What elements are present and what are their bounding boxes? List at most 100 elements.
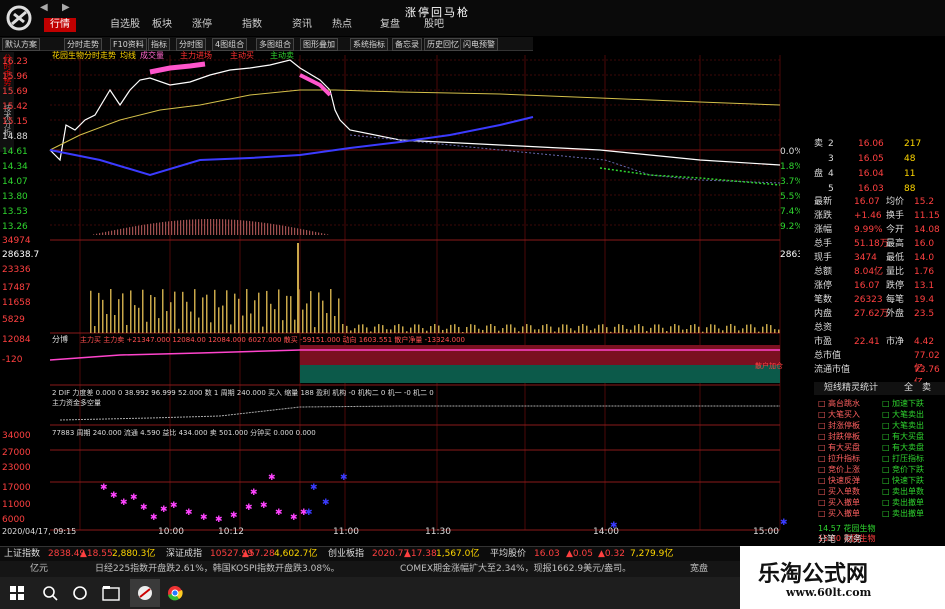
stat-cell: 总资 <box>814 323 833 333</box>
stat-cell: 14.0 <box>914 253 935 263</box>
orderbook-cell: 5 <box>828 184 834 194</box>
signal-row[interactable]: □ 拉升指标 □ 打压指标 <box>814 453 945 464</box>
stock-app-icon <box>138 586 152 600</box>
menu-item-2[interactable]: 板块 <box>146 18 178 32</box>
checkbox-icon[interactable]: □ <box>882 453 890 464</box>
svg-text:✱: ✱ <box>268 473 276 483</box>
ticker-text-2[interactable]: COMEX期金涨幅扩大至2.34%，现报1662.9美元/盎司。 <box>400 561 631 577</box>
index-value: ▲17.38 <box>404 549 437 559</box>
stat-cell: 4.42 <box>914 337 935 347</box>
checkbox-icon[interactable]: □ <box>818 453 826 464</box>
signal-row[interactable]: □ 封跌停板 □ 有大买盘 <box>814 431 945 442</box>
signal-row[interactable]: □ 大笔买入 □ 大笔卖出 <box>814 409 945 420</box>
forward-icon[interactable]: ▶ <box>62 2 70 13</box>
watermark-url: www.60lt.com <box>786 586 872 599</box>
svg-text:✱: ✱ <box>170 501 178 511</box>
menu-item-8[interactable]: 股吧 <box>418 18 450 32</box>
orderbook-cell: 3 <box>828 154 834 164</box>
chrome-icon[interactable] <box>167 585 183 601</box>
checkbox-icon[interactable]: □ <box>882 508 890 519</box>
menu-item-0[interactable]: 行情 <box>44 18 76 32</box>
sub1-tick-label: -120 <box>2 355 23 365</box>
svg-text:✱: ✱ <box>780 518 788 528</box>
stat-row: 涨停 16.07 跌停 13.1 <box>814 280 945 293</box>
checkbox-icon[interactable]: □ <box>818 475 826 486</box>
index-name[interactable]: 创业板指 <box>328 547 364 561</box>
top-menu-bar: ◀ ▶ 行情 自选股 板块 涨停 指数 资讯 热点 复盘 股吧 涨停回马枪 <box>0 0 945 36</box>
volume-tick-label: 34974 <box>2 236 31 246</box>
stat-cell: 14.08 <box>914 225 940 235</box>
banner-text: 涨停回马枪 <box>405 6 470 19</box>
signal-right-label: 卖出单数 <box>892 487 924 496</box>
price-tick-label: 14.61 <box>2 147 28 157</box>
signal-row[interactable]: □ 买入单数 □ 卖出单数 <box>814 486 945 497</box>
back-icon[interactable]: ◀ <box>40 2 48 13</box>
index-name[interactable]: 上证指数 <box>4 547 40 561</box>
signal-row[interactable]: □ 买入撤单 □ 卖出撤单 <box>814 497 945 508</box>
stat-row: 涨跌 +1.46 换手 11.15 <box>814 210 945 223</box>
sub3-tick-label: 11000 <box>2 500 31 510</box>
checkbox-icon[interactable]: □ <box>882 442 890 453</box>
menu-item-4[interactable]: 指数 <box>236 18 268 32</box>
checkbox-icon[interactable]: □ <box>818 508 826 519</box>
checkbox-icon[interactable]: □ <box>882 409 890 420</box>
signal-row[interactable]: □ 高台跳水 □ 加速下跌 <box>814 398 945 409</box>
svg-text:✱: ✱ <box>275 508 283 518</box>
start-time-label: 2020/04/17, 09:15 <box>2 527 76 535</box>
checkbox-icon[interactable]: □ <box>882 475 890 486</box>
checkbox-icon[interactable]: □ <box>882 464 890 475</box>
checkbox-icon[interactable]: □ <box>882 497 890 508</box>
menu-item-5[interactable]: 资讯 <box>286 18 318 32</box>
signal-row[interactable]: □ 有大买盘 □ 有大卖盘 <box>814 442 945 453</box>
checkbox-icon[interactable]: □ <box>818 431 826 442</box>
checkbox-icon[interactable]: □ <box>818 398 826 409</box>
sub1-label: 分博 <box>52 334 68 344</box>
menu-item-1[interactable]: 自选股 <box>104 18 146 32</box>
menu-item-3[interactable]: 涨停 <box>186 18 218 32</box>
stat-cell: 今开 <box>886 225 905 235</box>
svg-text:✱: ✱ <box>150 513 158 523</box>
timeshare-chart[interactable]: 16.23 15.96 15.69 15.42 15.15 14.88 14.61 14.34… <box>0 50 800 535</box>
index-value: ▲18.55 <box>80 549 113 559</box>
ticker-text[interactable]: 日经225指数开盘跌2.61%，韩国KOSPI指数开盘跌3.08%。 <box>95 561 340 577</box>
chart-grid <box>50 55 781 531</box>
index-name[interactable]: 深证成指 <box>166 547 202 561</box>
price-tick-label: 13.26 <box>2 222 28 232</box>
checkbox-icon[interactable]: □ <box>818 497 826 508</box>
stat-cell: 3474 <box>854 253 877 263</box>
task-view-icon[interactable] <box>72 585 88 601</box>
signal-tab[interactable]: 卖 <box>922 382 931 395</box>
checkbox-icon[interactable]: □ <box>818 409 826 420</box>
index-value: 16.03 <box>534 549 560 559</box>
checkbox-icon[interactable]: □ <box>882 420 890 431</box>
news-ticker: 亿元 日经225指数开盘跌2.61%，韩国KOSPI指数开盘跌3.08%。 CO… <box>0 561 800 577</box>
checkbox-icon[interactable]: □ <box>882 398 890 409</box>
svg-text:✱: ✱ <box>305 508 313 518</box>
watermark-overlay: 乐淘公式网 www.60lt.com <box>740 546 945 609</box>
checkbox-icon[interactable]: □ <box>818 442 826 453</box>
svg-text:✱: ✱ <box>230 511 238 521</box>
menu-item-7[interactable]: 复盘 <box>374 18 406 32</box>
checkbox-icon[interactable]: □ <box>818 486 826 497</box>
search-icon[interactable] <box>42 585 58 601</box>
signal-row[interactable]: □ 封涨停板 □ 大笔卖出 <box>814 420 945 431</box>
signal-row[interactable]: □ 买入撤单 □ 卖出撤单 <box>814 508 945 519</box>
stat-cell: 51.18万 <box>854 239 889 249</box>
signal-tab[interactable]: 全 <box>904 382 913 395</box>
sub3-tick-label: 34000 <box>2 431 31 441</box>
sub2-label: 主力资金多空量 <box>52 398 101 407</box>
checkbox-icon[interactable]: □ <box>818 420 826 431</box>
signal-row[interactable]: □ 竞价上涨 □ 竞价下跌 <box>814 464 945 475</box>
orderbook-cell: 2 <box>828 139 834 149</box>
file-explorer-icon[interactable] <box>102 585 120 601</box>
windows-start-icon[interactable] <box>10 586 24 600</box>
price-tick-label: 15.15 <box>2 117 28 127</box>
index-name[interactable]: 平均股价 <box>490 547 526 561</box>
signal-row[interactable]: □ 快速反弹 □ 快速下跌 <box>814 475 945 486</box>
main-force-marker <box>149 61 206 75</box>
checkbox-icon[interactable]: □ <box>882 431 890 442</box>
volume-tick-label: 11658 <box>2 298 31 308</box>
checkbox-icon[interactable]: □ <box>882 486 890 497</box>
menu-item-6[interactable]: 热点 <box>326 18 358 32</box>
checkbox-icon[interactable]: □ <box>818 464 826 475</box>
